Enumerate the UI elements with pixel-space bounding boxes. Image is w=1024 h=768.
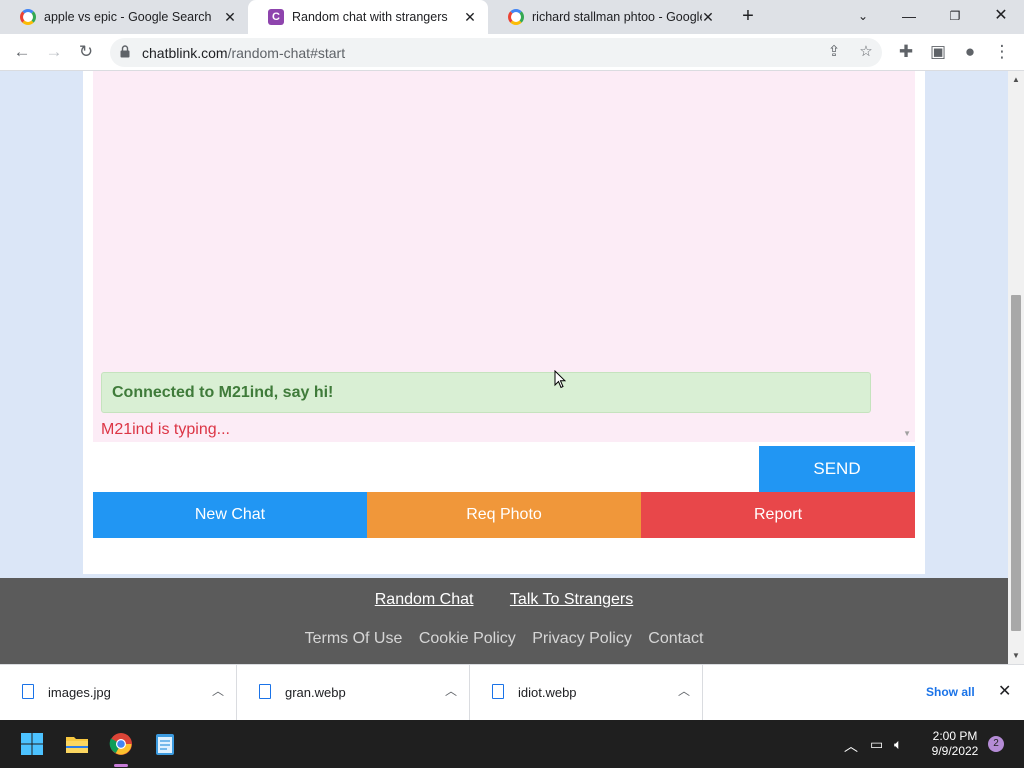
tab-title: Random chat with strangers: [292, 10, 448, 24]
chevron-up-icon[interactable]: ︿: [844, 736, 858, 756]
tab-richard-stallman[interactable]: richard stallman phtoo - Google ✕: [488, 0, 726, 34]
footer-primary-links: Random Chat Talk To Strangers: [0, 591, 1008, 609]
google-icon: [20, 9, 36, 25]
back-icon[interactable]: ←: [10, 40, 34, 64]
reload-icon[interactable]: ↻: [74, 40, 98, 64]
file-icon: [259, 684, 271, 699]
system-clock[interactable]: 2:00 PM 9/9/2022: [920, 729, 990, 759]
scroll-up-icon[interactable]: ▲: [1008, 75, 1024, 84]
taskbar: ︿ ▭ 🔈︎ 2:00 PM 9/9/2022 2: [0, 720, 1024, 768]
share-icon[interactable]: ⇪: [824, 42, 844, 62]
google-icon: [508, 9, 524, 25]
download-item[interactable]: images.jpg ︿: [0, 665, 237, 721]
forward-icon[interactable]: →: [42, 40, 66, 64]
footer-link-privacy[interactable]: Privacy Policy: [532, 630, 632, 647]
minimize-button[interactable]: —: [886, 0, 932, 34]
lock-icon: [120, 45, 130, 58]
download-bar: images.jpg ︿ gran.webp ︿ idiot.webp ︿ Sh…: [0, 664, 1024, 721]
page-scrollbar[interactable]: ▲ ▼: [1008, 71, 1024, 664]
close-download-bar-icon[interactable]: ✕: [998, 681, 1011, 701]
req-photo-button[interactable]: Req Photo: [367, 492, 641, 538]
show-all-downloads-link[interactable]: Show all: [926, 685, 975, 699]
restore-button[interactable]: ❐: [932, 0, 978, 34]
menu-icon[interactable]: ⋮: [990, 40, 1014, 64]
site-footer: Random Chat Talk To Strangers Terms Of U…: [0, 578, 1008, 664]
footer-secondary-links: Terms Of Use Cookie Policy Privacy Polic…: [0, 630, 1008, 648]
chevron-up-icon[interactable]: ︿: [445, 682, 457, 699]
connected-message: Connected to M21ind, say hi!: [101, 372, 871, 413]
message-input[interactable]: [93, 446, 759, 492]
profile-icon[interactable]: ●: [958, 40, 982, 64]
tab-title: richard stallman phtoo - Google: [532, 10, 702, 24]
new-chat-button[interactable]: New Chat: [93, 492, 367, 538]
clock-time: 2:00 PM: [932, 729, 978, 743]
url-text: chatblink.com/random-chat#start: [142, 45, 345, 61]
chatlog-scroll-down-icon[interactable]: ▼: [903, 429, 911, 438]
file-icon: [492, 684, 504, 699]
footer-link-contact[interactable]: Contact: [648, 630, 703, 647]
tab-title: apple vs epic - Google Search: [44, 10, 212, 24]
chat-card: Connected to M21ind, say hi! M21ind is t…: [83, 71, 925, 574]
chat-log[interactable]: Connected to M21ind, say hi! M21ind is t…: [93, 71, 915, 442]
url-domain: chatblink.com: [142, 45, 228, 61]
file-explorer-icon[interactable]: [65, 732, 89, 756]
close-icon[interactable]: ✕: [222, 9, 238, 25]
clock-date: 9/9/2022: [931, 744, 979, 758]
window-close-button[interactable]: ✕: [978, 0, 1024, 34]
tab-strip: apple vs epic - Google Search ✕ C Random…: [0, 0, 1024, 34]
chevron-up-icon[interactable]: ︿: [212, 682, 224, 699]
file-icon: [22, 684, 34, 699]
footer-link-terms[interactable]: Terms Of Use: [305, 630, 403, 647]
report-button[interactable]: Report: [641, 492, 915, 538]
notepad-icon[interactable]: [153, 732, 177, 756]
footer-link-cookie[interactable]: Cookie Policy: [419, 630, 516, 647]
download-item[interactable]: idiot.webp ︿: [470, 665, 703, 721]
network-icon[interactable]: ▭: [870, 736, 883, 753]
new-tab-button[interactable]: +: [738, 6, 758, 26]
footer-link-talk-to-strangers[interactable]: Talk To Strangers: [510, 591, 633, 608]
volume-icon[interactable]: 🔈︎: [894, 736, 902, 753]
chevron-up-icon[interactable]: ︿: [678, 682, 690, 699]
browser-toolbar: ← → ↻ chatblink.com/random-chat#start ⇪ …: [0, 34, 1024, 71]
chatblink-icon: C: [268, 9, 284, 25]
bookmark-star-icon[interactable]: ☆: [856, 42, 876, 62]
address-bar[interactable]: chatblink.com/random-chat#start ⇪ ☆: [110, 38, 882, 67]
footer-link-random-chat[interactable]: Random Chat: [375, 591, 474, 608]
notification-badge[interactable]: 2: [988, 736, 1004, 752]
url-path: /random-chat#start: [227, 45, 346, 61]
scrollbar-thumb[interactable]: [1011, 295, 1021, 631]
send-button[interactable]: SEND: [759, 446, 915, 492]
download-filename: idiot.webp: [518, 685, 577, 700]
download-filename: images.jpg: [48, 685, 111, 700]
chrome-icon[interactable]: [109, 732, 133, 756]
scroll-down-icon[interactable]: ▼: [1008, 651, 1024, 660]
page-content: Connected to M21ind, say hi! M21ind is t…: [0, 71, 1008, 664]
extensions-icon[interactable]: ✚: [894, 40, 918, 64]
typing-status: M21ind is typing...: [101, 421, 230, 438]
tab-search-button[interactable]: ⌄: [840, 0, 886, 34]
side-panel-icon[interactable]: ▣: [926, 40, 950, 64]
windows-start-icon[interactable]: [20, 732, 44, 756]
download-filename: gran.webp: [285, 685, 346, 700]
chrome-active-indicator: [114, 764, 128, 767]
tab-random-chat[interactable]: C Random chat with strangers ✕: [248, 0, 488, 34]
tab-apple-vs-epic[interactable]: apple vs epic - Google Search ✕: [0, 0, 248, 34]
mouse-cursor-icon: [554, 370, 566, 389]
close-icon[interactable]: ✕: [700, 9, 716, 25]
download-item[interactable]: gran.webp ︿: [237, 665, 470, 721]
close-icon[interactable]: ✕: [462, 9, 478, 25]
